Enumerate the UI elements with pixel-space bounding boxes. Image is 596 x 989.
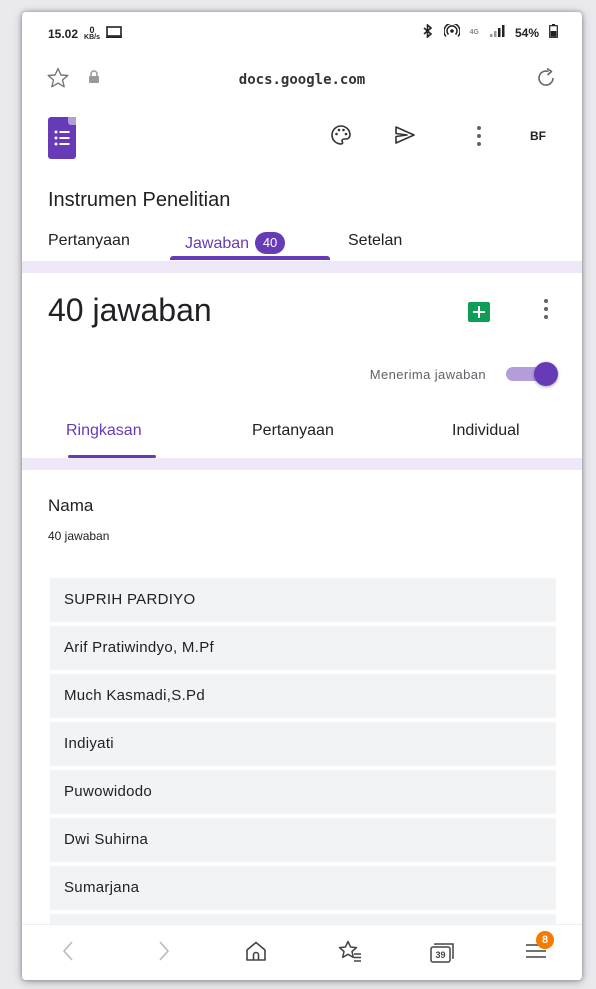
tabs-icon: 39 — [429, 942, 455, 964]
responses-more-options-button[interactable] — [536, 299, 556, 323]
tab-responses-label: Jawaban — [185, 235, 250, 252]
subtab-summary[interactable]: Ringkasan — [66, 422, 142, 440]
browser-bottom-nav: 39 — [22, 924, 582, 980]
url-text[interactable]: docs.google.com — [22, 72, 582, 88]
answer-item: SUPRIH PARDIYO — [50, 578, 556, 622]
answer-item: Puwowidodo — [50, 770, 556, 814]
network-label: 4G — [469, 29, 479, 36]
subtab-individual[interactable]: Individual — [452, 422, 520, 440]
reload-icon[interactable] — [534, 66, 558, 95]
menu-notification-badge: 8 — [536, 931, 554, 949]
battery-icon — [549, 24, 558, 41]
google-forms-logo[interactable] — [48, 117, 76, 159]
toggle-knob — [534, 362, 558, 386]
responses-title: 40 jawaban — [48, 292, 212, 328]
chevron-left-icon — [61, 940, 75, 967]
answer-item: Arif Pratiwindyo, M.Pf — [50, 626, 556, 670]
answer-item: Much Kasmadi,S.Pd — [50, 674, 556, 718]
home-icon — [244, 940, 268, 967]
clock: 15.02 — [48, 26, 79, 41]
customize-theme-button[interactable] — [326, 122, 356, 152]
back-button[interactable] — [54, 939, 82, 967]
tabs-button[interactable]: 39 — [428, 939, 456, 967]
send-button[interactable] — [390, 122, 420, 152]
form-more-options-button[interactable] — [469, 125, 489, 149]
signal-icon — [489, 24, 505, 41]
tabs-count: 39 — [435, 950, 446, 960]
accepting-responses-label: Menerima jawaban — [369, 367, 486, 382]
answer-list[interactable]: SUPRIH PARDIYO Arif Pratiwindyo, M.Pf Mu… — [50, 578, 556, 941]
form-title: Instrumen Penelitian — [48, 189, 231, 211]
accepting-responses-toggle[interactable] — [506, 362, 558, 386]
section-divider — [22, 261, 582, 273]
bluetooth-icon — [422, 23, 434, 41]
forward-button[interactable] — [150, 939, 178, 967]
question-title: Nama — [48, 496, 94, 515]
answer-item: Sumarjana — [50, 866, 556, 910]
hotspot-icon — [442, 22, 461, 41]
sheets-icon[interactable] — [468, 302, 490, 322]
active-tab-indicator — [170, 256, 330, 260]
bookmarks-button[interactable] — [336, 939, 364, 967]
battery-level: 54% — [514, 25, 539, 40]
tab-settings[interactable]: Setelan — [348, 232, 402, 250]
responses-count-badge: 40 — [255, 232, 286, 254]
browser-url-bar: docs.google.com — [22, 60, 582, 100]
home-button[interactable] — [242, 939, 270, 967]
speed-value: 0 — [89, 25, 95, 35]
subtab-divider — [22, 458, 582, 470]
status-bar: 15.02 0 KB/s 4G 54% — [22, 12, 582, 54]
network-speed: 0 KB/s — [84, 25, 100, 42]
question-response-count: 40 jawaban — [48, 529, 110, 543]
phone-screen: 15.02 0 KB/s 4G 54% docs.google.com BF I… — [22, 12, 582, 980]
answer-item: Indiyati — [50, 722, 556, 766]
screen-icon — [105, 26, 122, 41]
account-avatar[interactable]: BF — [530, 129, 546, 143]
chevron-right-icon — [157, 940, 171, 967]
subtab-question[interactable]: Pertanyaan — [252, 422, 334, 440]
answer-item: Dwi Suhirna — [50, 818, 556, 862]
speed-unit: KB/s — [84, 34, 100, 41]
tab-questions[interactable]: Pertanyaan — [48, 232, 130, 250]
palette-icon — [330, 124, 352, 151]
tab-responses[interactable]: Jawaban 40 — [185, 232, 286, 254]
star-list-icon — [337, 939, 363, 968]
send-icon — [394, 125, 416, 150]
